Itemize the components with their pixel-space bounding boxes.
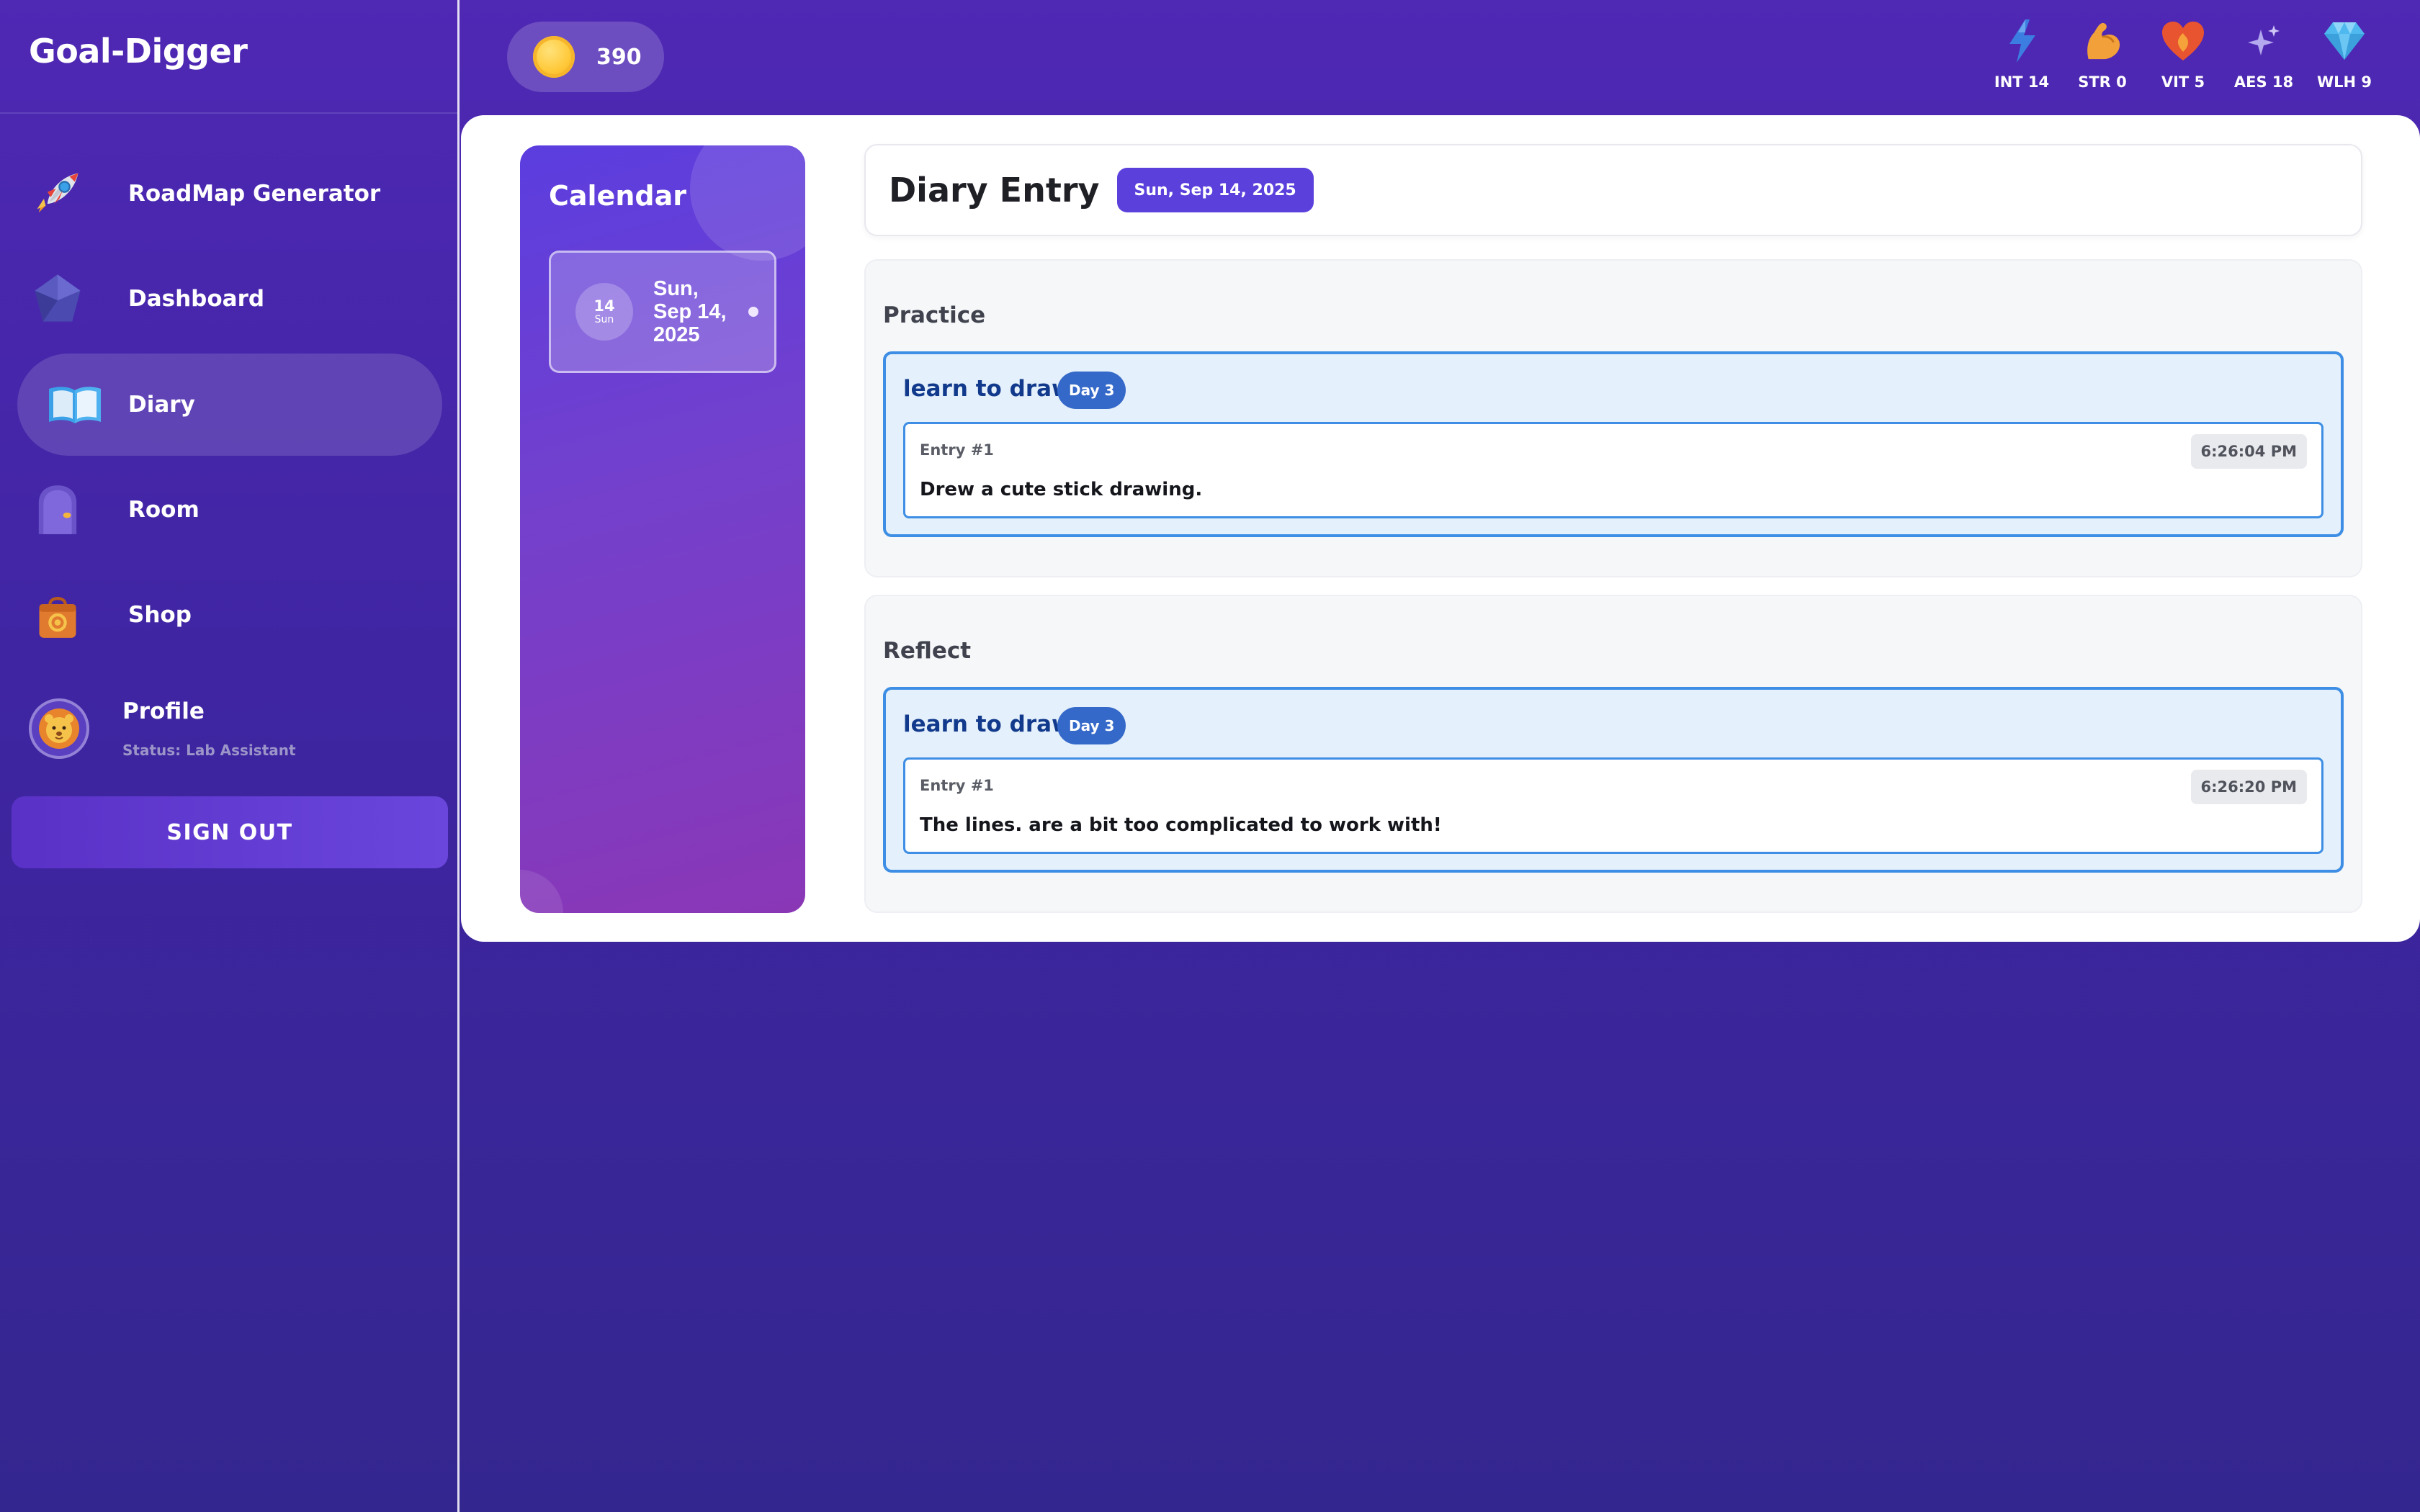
page-title: Diary Entry (889, 171, 1100, 210)
sidebar-item-label: RoadMap Generator (128, 181, 381, 207)
calendar-day-circle: 14 Sun (575, 283, 633, 341)
stat-label: AES 18 (2233, 73, 2294, 91)
goal-name: learn to draw (903, 376, 1072, 402)
stat-aes: AES 18 (2224, 17, 2303, 91)
sign-out-button[interactable]: SIGN OUT (12, 796, 448, 868)
coin-count: 390 (596, 44, 642, 70)
calendar-panel: Calendar 14 Sun Sun, Sep 14, 2025 (520, 145, 805, 913)
sidebar-item-diary[interactable]: Diary (17, 354, 442, 456)
calendar-day-date: Sun, Sep 14, 2025 (653, 277, 727, 346)
diary-entry: Entry #1 6:26:20 PM The lines. are a bit… (903, 757, 2323, 854)
sidebar-item-shop[interactable]: Shop (17, 564, 442, 666)
stat-label: VIT 5 (2161, 73, 2205, 91)
diary-entry: Entry #1 6:26:04 PM Drew a cute stick dr… (903, 422, 2323, 518)
stat-label: INT 14 (1994, 73, 2050, 91)
coin-icon (533, 36, 575, 78)
sidebar-item-room[interactable]: Room (17, 459, 442, 561)
section-reflect: Reflect learn to draw Day 3 Entry #1 6:2… (864, 595, 2362, 913)
decorative-circle (690, 145, 805, 261)
sidebar-item-label: Shop (128, 602, 192, 628)
date-badge: Sun, Sep 14, 2025 (1116, 168, 1314, 212)
calendar-day-number: 14 (593, 297, 615, 315)
sidebar-item-label: Diary (128, 392, 195, 418)
rocket-icon (29, 165, 86, 222)
profile-label: Profile (122, 698, 205, 724)
sidebar-item-dashboard[interactable]: Dashboard (17, 248, 442, 350)
divider (0, 112, 458, 114)
door-icon (29, 481, 86, 539)
sparkles-icon (2224, 17, 2303, 65)
main-panel: Calendar 14 Sun Sun, Sep 14, 2025 Diary … (461, 115, 2420, 942)
entry-timestamp: 6:26:20 PM (2190, 770, 2307, 804)
calendar-day-item[interactable]: 14 Sun Sun, Sep 14, 2025 (549, 251, 776, 373)
stat-int: INT 14 (1982, 17, 2061, 91)
goal-card: learn to draw Day 3 Entry #1 6:26:20 PM … (883, 687, 2344, 873)
profile-text: Profile Status: Lab Assistant (122, 698, 296, 759)
app-logo-title[interactable]: Goal-Digger (29, 32, 248, 71)
stat-label: STR 0 (2078, 73, 2127, 91)
goal-card: learn to draw Day 3 Entry #1 6:26:04 PM … (883, 351, 2344, 537)
profile-status: Status: Lab Assistant (122, 742, 296, 759)
entry-indicator-dot (748, 307, 758, 317)
day-badge: Day 3 (1057, 372, 1126, 409)
coin-balance: 390 (507, 22, 664, 92)
stat-str: STR 0 (2063, 17, 2142, 91)
goal-name: learn to draw (903, 711, 1072, 737)
sidebar-item-label: Dashboard (128, 286, 265, 312)
entry-text: The lines. are a bit too complicated to … (920, 814, 1442, 836)
decorative-circle (520, 870, 563, 913)
stat-wlh: WLH 9 (2305, 17, 2384, 91)
day-badge: Day 3 (1057, 707, 1126, 744)
open-book-icon (46, 376, 104, 433)
lightning-icon (1982, 17, 2061, 65)
section-practice: Practice learn to draw Day 3 Entry #1 6:… (864, 259, 2362, 577)
calendar-title: Calendar (549, 180, 686, 212)
pentagon-gem-icon (29, 270, 86, 328)
calendar-day-weekday: Sun (594, 314, 614, 325)
sidebar-item-profile[interactable]: Profile Status: Lab Assistant (17, 685, 442, 772)
diamond-icon (2305, 17, 2384, 65)
flexed-biceps-icon (2063, 17, 2142, 65)
heart-icon (2143, 17, 2223, 65)
entry-timestamp: 6:26:04 PM (2190, 434, 2307, 469)
sidebar: Goal-Digger RoadMap Generator Dashboard … (0, 0, 460, 1512)
section-title: Reflect (883, 638, 972, 664)
shopping-bag-icon (29, 586, 86, 644)
diary-header: Diary Entry Sun, Sep 14, 2025 (864, 144, 2362, 236)
stat-vit: VIT 5 (2143, 17, 2223, 91)
stat-label: WLH 9 (2316, 73, 2372, 91)
entry-number: Entry #1 (920, 441, 994, 459)
entry-number: Entry #1 (920, 777, 994, 794)
sidebar-item-roadmap-generator[interactable]: RoadMap Generator (17, 143, 442, 245)
lion-avatar-icon (29, 698, 89, 759)
entry-text: Drew a cute stick drawing. (920, 479, 1203, 500)
section-title: Practice (883, 302, 986, 328)
sidebar-item-label: Room (128, 497, 200, 523)
